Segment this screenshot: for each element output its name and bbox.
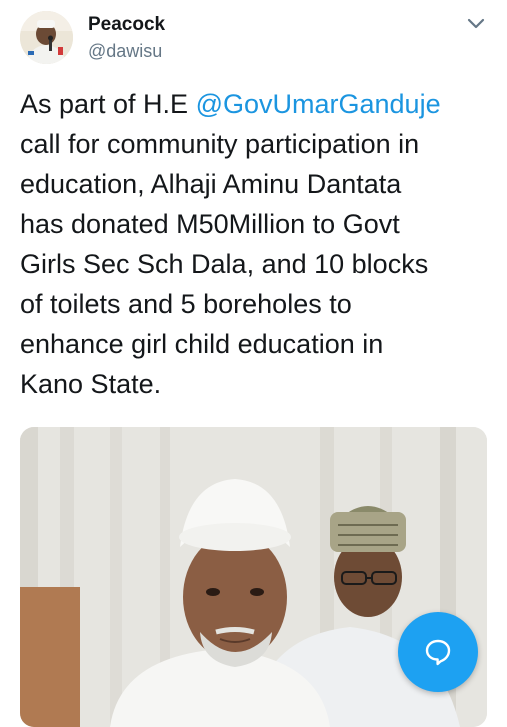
tweet-text-line: As part of H.E @GovUmarGanduje xyxy=(20,84,490,124)
tweet-text-line: call for community participation in xyxy=(20,129,420,159)
tweet-text-line: Girls Sec Sch Dala, and 10 blocks xyxy=(20,249,429,279)
tweet-text-line: education, Alhaji Aminu Dantata xyxy=(20,169,402,199)
chevron-down-icon xyxy=(467,18,485,29)
tweet-text-line: has donated M50Million to Govt xyxy=(20,209,400,239)
tweet-text-segment: As part of H.E xyxy=(20,89,196,119)
author-handle[interactable]: @dawisu xyxy=(88,40,162,62)
tweet-menu-button[interactable] xyxy=(462,10,490,38)
tweet-text-line: enhance girl child education in xyxy=(20,329,384,359)
avatar-photo xyxy=(20,11,73,64)
tweet-header: Peacock @dawisu xyxy=(0,0,507,78)
author-display-name[interactable]: Peacock xyxy=(88,14,165,36)
compose-reply-button[interactable] xyxy=(398,612,478,692)
avatar[interactable] xyxy=(20,11,73,64)
tweet-text-line: of toilets and 5 boreholes to xyxy=(20,289,352,319)
tweet-text-line: Kano State. xyxy=(20,369,162,399)
mention-link[interactable]: @GovUmarGanduje xyxy=(196,89,441,119)
tweet-text: As part of H.E @GovUmarGanduje call for … xyxy=(20,84,490,404)
reply-bubble-icon xyxy=(425,639,451,666)
